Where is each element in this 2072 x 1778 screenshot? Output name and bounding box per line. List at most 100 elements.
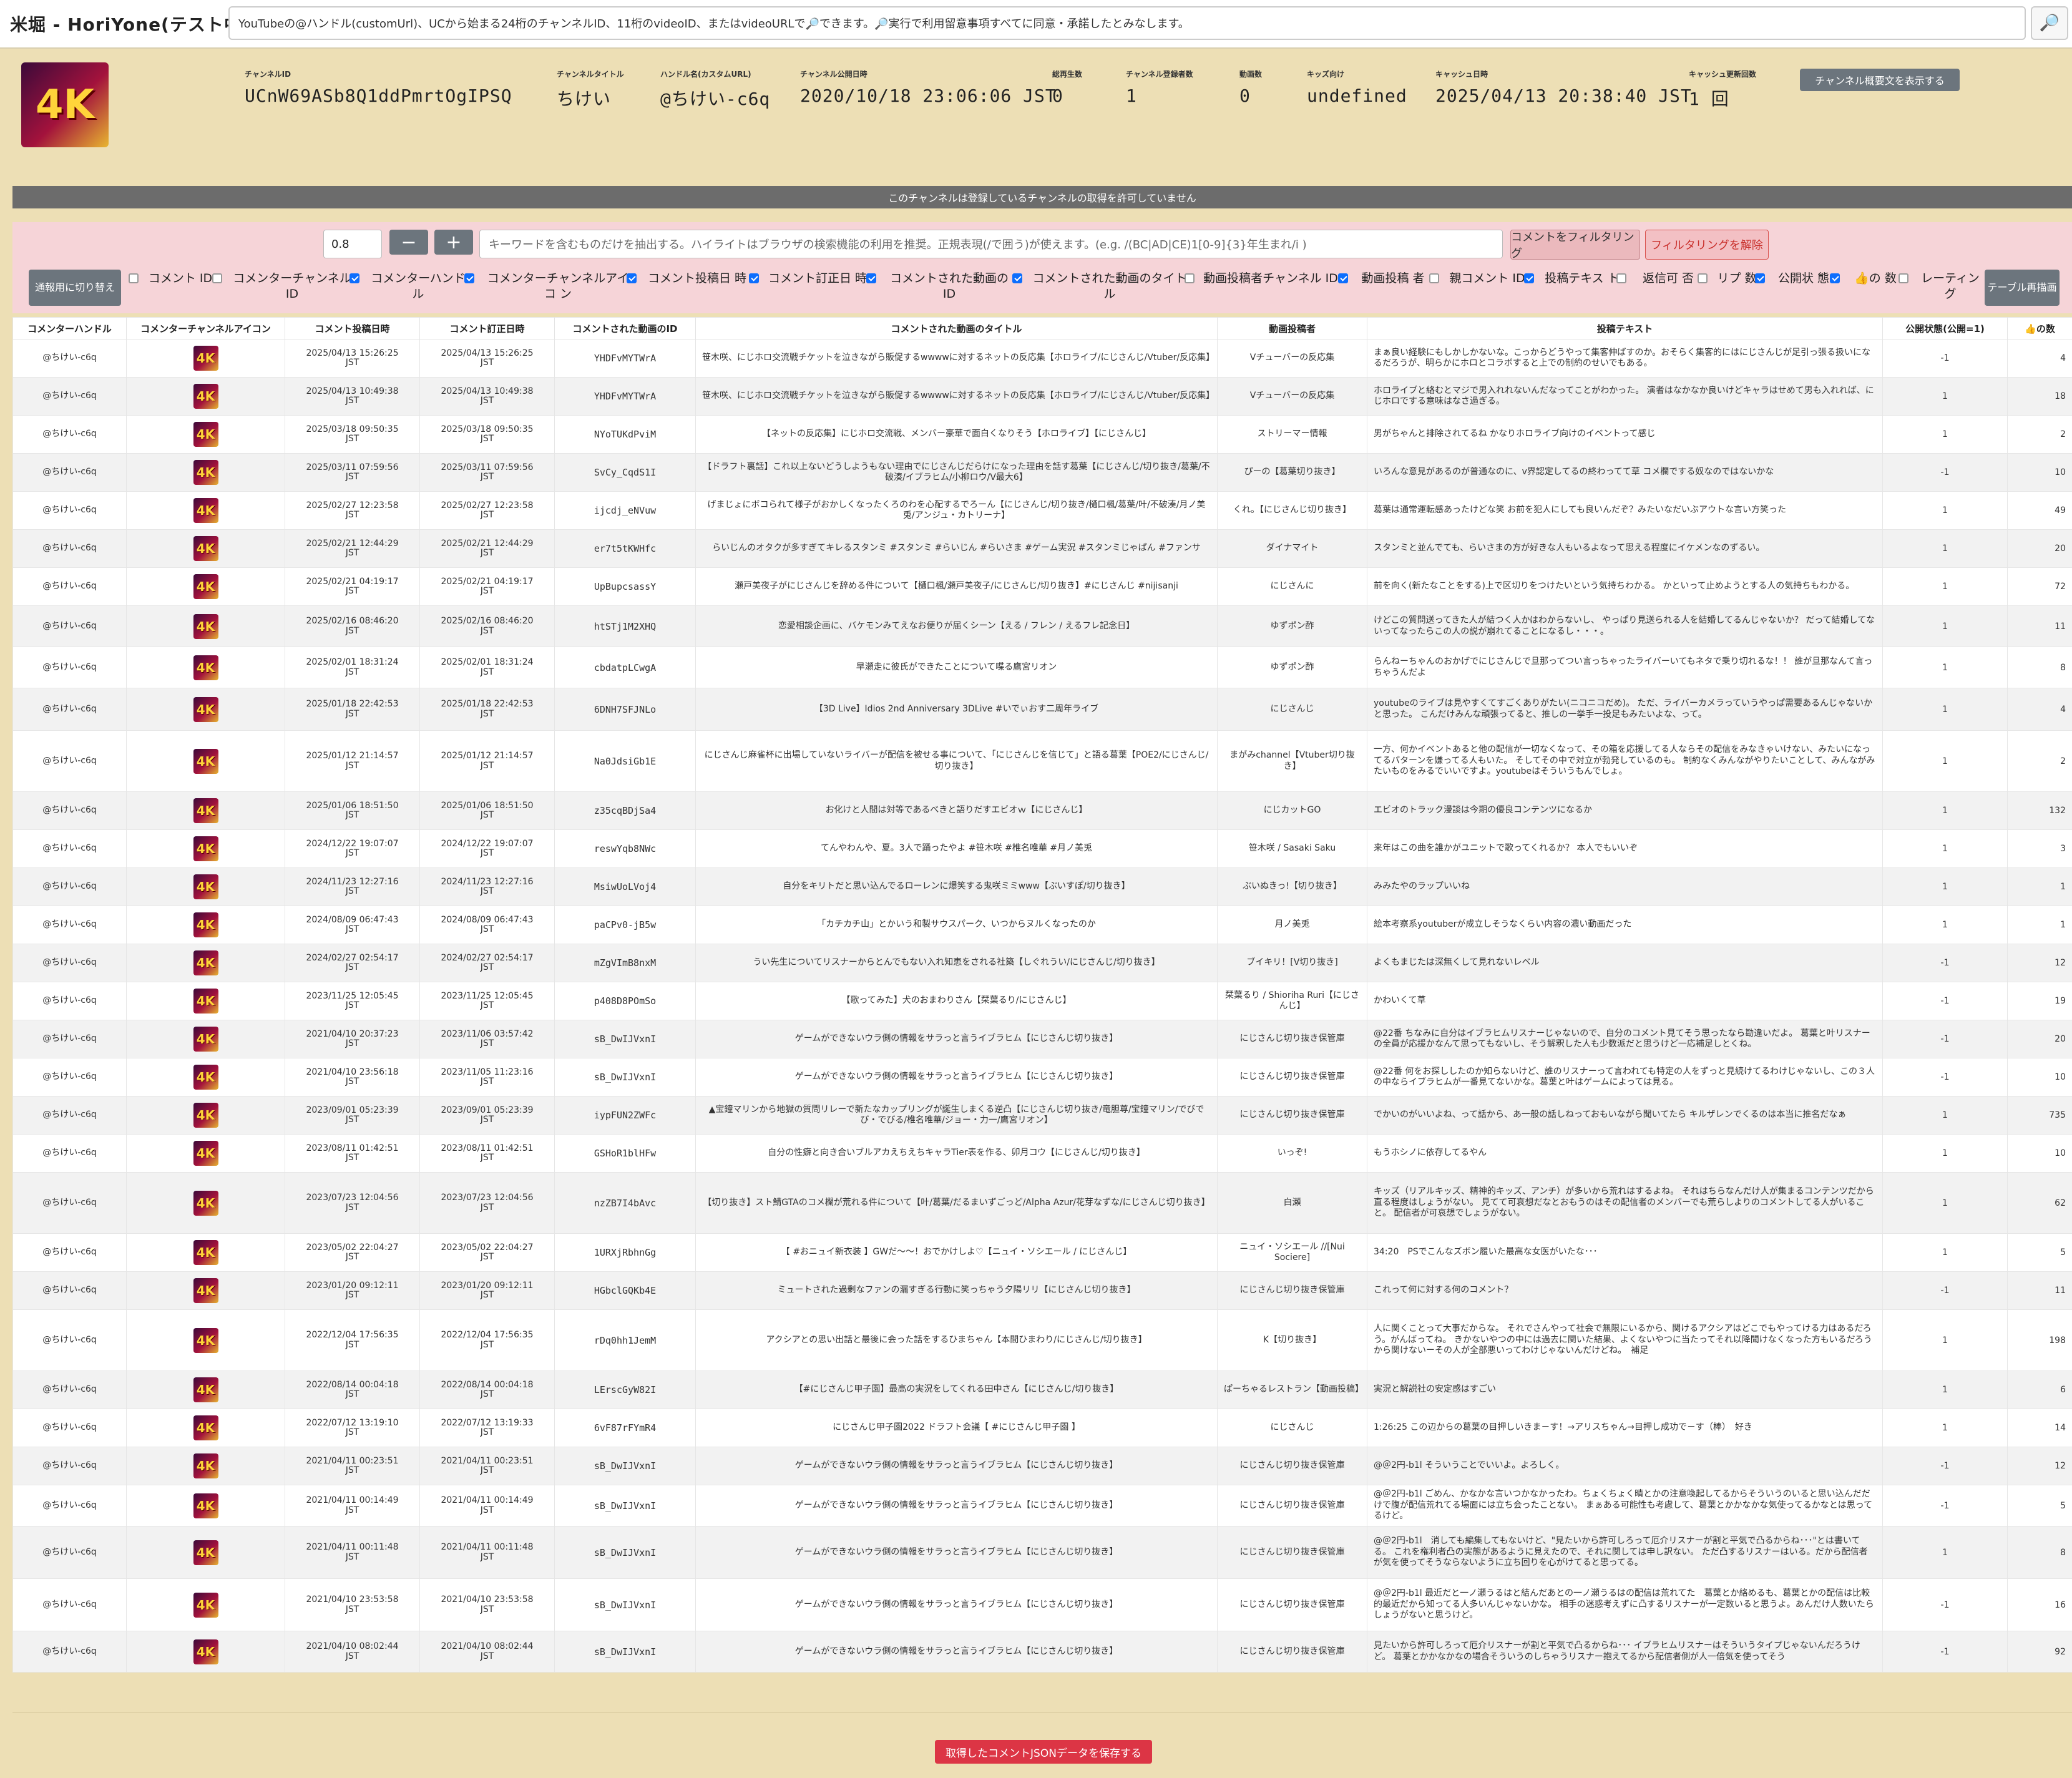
table-row[interactable]: @ちけい-c6q 4K 2023/07/23 12:04:56 JST 2023/07/… (12, 1172, 2072, 1234)
table-row[interactable]: @ちけい-c6q 4K 2022/07/12 13:19:10 JST 2022/07/… (12, 1409, 2072, 1447)
video-id[interactable]: p408D8POmSo (554, 982, 696, 1020)
column-toggle-checkbox[interactable] (1830, 273, 1840, 283)
channel-avatar-icon[interactable]: 4K (193, 1592, 218, 1618)
video-title[interactable]: ゲームができないウラ側の情報をサラっと言うイブラヒム【にじさんじ切り抜き】 (695, 1578, 1218, 1631)
video-title[interactable]: 笹木咲、にじホロ交流戦チケットを泣きながら販促するwwwwに対するネットの反応集… (695, 377, 1218, 416)
channel-avatar-icon[interactable]: 4K (193, 1141, 218, 1166)
column-toggle[interactable]: 動画投稿者チャンネル ID (1185, 271, 1339, 286)
commenter-handle[interactable]: @ちけい-c6q (12, 906, 127, 944)
video-title[interactable]: ゲームができないウラ側の情報をサラっと言うイブラヒム【にじさんじ切り抜き】 (695, 1058, 1218, 1097)
video-id[interactable]: htSTj1M2XHQ (554, 605, 696, 647)
video-uploader[interactable]: まがみchannel【Vtuber切り抜き】 (1217, 730, 1367, 792)
video-id[interactable]: 6DNH7SFJNLo (554, 688, 696, 731)
video-uploader[interactable]: にじさんじ切り抜き保管庫 (1217, 1096, 1367, 1135)
video-id[interactable]: Na0JdsiGb1E (554, 730, 696, 792)
commenter-handle[interactable]: @ちけい-c6q (12, 529, 127, 568)
commenter-handle[interactable]: @ちけい-c6q (12, 377, 127, 416)
column-header[interactable]: コメントされた動画のタイトル (695, 317, 1218, 339)
column-toggle-checkbox[interactable] (1185, 273, 1195, 283)
column-toggle-checkbox[interactable] (1899, 273, 1908, 283)
column-header[interactable]: 👍の数 (2007, 317, 2072, 339)
video-uploader[interactable]: にじさんじ切り抜き保管庫 (1217, 1526, 1367, 1579)
keyword-filter-input[interactable]: キーワードを含むものだけを抽出する。ハイライトはブラウザの検索機能の利用を推奨。… (479, 230, 1503, 258)
commenter-handle[interactable]: @ちけい-c6q (12, 1309, 127, 1371)
video-uploader[interactable]: にじさんじ切り抜き保管庫 (1217, 1485, 1367, 1526)
video-uploader[interactable]: にじカットGO (1217, 791, 1367, 830)
video-id[interactable]: sB_DwIJVxnI (554, 1578, 696, 1631)
video-id[interactable]: LErscGyW82I (554, 1370, 696, 1409)
channel-avatar-icon[interactable]: 4K (193, 874, 218, 899)
column-toggle[interactable]: 動画投稿 者 (1338, 271, 1430, 286)
table-row[interactable]: @ちけい-c6q 4K 2025/02/21 04:19:17 JST 2025/02/… (12, 567, 2072, 606)
video-title[interactable]: 自分の性癖と向き合いブルアカえちえちキャラTier表を作る、卯月コウ【にじさんじ… (695, 1134, 1218, 1173)
channel-avatar-icon[interactable]: 4K (193, 346, 218, 371)
video-title[interactable]: 【#にじさんじ甲子園】最高の実況をしてくれる田中さん【にじさんじ/切り抜き】 (695, 1370, 1218, 1409)
video-uploader[interactable]: ぶいぬきっ!【切り抜き】 (1217, 867, 1367, 906)
column-toggle[interactable]: 👍の 数 (1830, 271, 1903, 286)
video-id[interactable]: sB_DwIJVxnI (554, 1631, 696, 1673)
commenter-handle[interactable]: @ちけい-c6q (12, 1020, 127, 1058)
video-id[interactable]: 1URXjRbhnGg (554, 1233, 696, 1272)
video-title[interactable]: 早瀬走に彼氏ができたことについて喋る鷹宮リオン (695, 647, 1218, 688)
column-toggle-checkbox[interactable] (1755, 273, 1765, 283)
column-toggle-checkbox[interactable] (1524, 273, 1534, 283)
column-header[interactable]: コメンターチャンネルアイコン (126, 317, 285, 339)
column-toggle-checkbox[interactable] (1698, 273, 1708, 283)
video-id[interactable]: sB_DwIJVxnI (554, 1526, 696, 1579)
channel-avatar-icon[interactable]: 4K (193, 1190, 218, 1216)
column-toggle-checkbox[interactable] (866, 273, 876, 283)
video-id[interactable]: rDq0hh1JemM (554, 1309, 696, 1371)
video-id[interactable]: 6vF87rFYmR4 (554, 1409, 696, 1447)
commenter-handle[interactable]: @ちけい-c6q (12, 1485, 127, 1526)
channel-avatar-icon[interactable]: 4K (193, 836, 218, 861)
column-header[interactable]: 動画投稿者 (1217, 317, 1367, 339)
table-row[interactable]: @ちけい-c6q 4K 2025/03/11 07:59:56 JST 2025/03/… (12, 453, 2072, 492)
channel-avatar-icon[interactable]: 4K (193, 1540, 218, 1565)
table-row[interactable]: @ちけい-c6q 4K 2021/04/11 00:11:48 JST 2021/04/… (12, 1526, 2072, 1579)
switch-report-mode-button[interactable]: 通報用に切り替え (29, 270, 121, 306)
save-json-button[interactable]: 取得したコメントJSONデータを保存する (935, 1740, 1152, 1764)
video-uploader[interactable]: K【切り抜き】 (1217, 1309, 1367, 1371)
video-uploader[interactable]: いっぞ! (1217, 1134, 1367, 1173)
video-uploader[interactable]: にじさんじ切り抜き保管庫 (1217, 1578, 1367, 1631)
video-title[interactable]: ▲宝鐘マリンから地獄の質問リレーで新たなカップリングが誕生しまくる逆凸【にじさん… (695, 1096, 1218, 1135)
video-id[interactable]: reswYqb8NWc (554, 829, 696, 868)
commenter-handle[interactable]: @ちけい-c6q (12, 1447, 127, 1485)
threshold-input[interactable]: 0.8 (323, 230, 382, 258)
video-uploader[interactable]: にじさんじ切り抜き保管庫 (1217, 1020, 1367, 1058)
channel-avatar-icon[interactable]: 4K (193, 1377, 218, 1402)
video-uploader[interactable]: Vチューバーの反応集 (1217, 339, 1367, 378)
commenter-handle[interactable]: @ちけい-c6q (12, 867, 127, 906)
video-title[interactable]: 【ドラフト裏話】これ以上ないどうしようもない理由でにじさんじだらけになった理由を… (695, 453, 1218, 492)
video-uploader[interactable]: 笹木咲 / Sasaki Saku (1217, 829, 1367, 868)
column-toggle[interactable]: コメントされた動画のタイト ル (1012, 271, 1190, 301)
video-uploader[interactable]: にじさんじ切り抜き保管庫 (1217, 1058, 1367, 1097)
channel-avatar-icon[interactable]: 4K (193, 1493, 218, 1518)
column-header[interactable]: 公開状態(公開=1) (1882, 317, 2008, 339)
video-title[interactable]: うい先生についてリスナーからとんでもない入れ知恵をされる社築【しぐれうい/にじさ… (695, 944, 1218, 982)
table-row[interactable]: @ちけい-c6q 4K 2023/01/20 09:12:11 JST 2023/01/… (12, 1271, 2072, 1310)
table-row[interactable]: @ちけい-c6q 4K 2025/01/18 22:42:53 JST 2025/01/… (12, 688, 2072, 731)
commenter-handle[interactable]: @ちけい-c6q (12, 567, 127, 606)
table-row[interactable]: @ちけい-c6q 4K 2021/04/10 08:02:44 JST 2021/04/… (12, 1631, 2072, 1673)
channel-avatar-icon[interactable]: 4K (193, 798, 218, 823)
table-row[interactable]: @ちけい-c6q 4K 2024/11/23 12:27:16 JST 2024/11/… (12, 867, 2072, 906)
video-uploader[interactable]: くれ。【にじさんじ切り抜き】 (1217, 491, 1367, 530)
table-row[interactable]: @ちけい-c6q 4K 2024/12/22 19:07:07 JST 2024/12/… (12, 829, 2072, 868)
table-row[interactable]: @ちけい-c6q 4K 2025/02/16 08:46:20 JST 2025/02/… (12, 605, 2072, 647)
video-id[interactable]: paCPv0-jB5w (554, 906, 696, 944)
column-toggle[interactable]: コメンターチャンネルアイコ ン (464, 271, 634, 301)
video-uploader[interactable]: ストリーマー情報 (1217, 415, 1367, 454)
commenter-handle[interactable]: @ちけい-c6q (12, 1526, 127, 1579)
video-uploader[interactable]: にじさんじ (1217, 1409, 1367, 1447)
channel-avatar-icon[interactable]: 4K (193, 1327, 218, 1353)
video-title[interactable]: 恋愛相談企画に、バケモンみてえなお便りが届くシーン【える / フレン / えるフ… (695, 605, 1218, 647)
video-title[interactable]: ゲームができないウラ側の情報をサラっと言うイブラヒム【にじさんじ切り抜き】 (695, 1631, 1218, 1673)
column-toggle[interactable]: 投稿テキス ト (1524, 271, 1623, 286)
channel-avatar-icon[interactable]: 4K (193, 460, 218, 485)
commenter-handle[interactable]: @ちけい-c6q (12, 1409, 127, 1447)
table-row[interactable]: @ちけい-c6q 4K 2025/02/21 12:44:29 JST 2025/02/… (12, 529, 2072, 568)
video-uploader[interactable]: ゆずポン酢 (1217, 647, 1367, 688)
video-title[interactable]: 自分をキリトだと思い込んでるローレンに爆笑する鬼咲ミミwww【ぶいすぽ/切り抜き… (695, 867, 1218, 906)
table-row[interactable]: @ちけい-c6q 4K 2024/02/27 02:54:17 JST 2024/02/… (12, 944, 2072, 982)
